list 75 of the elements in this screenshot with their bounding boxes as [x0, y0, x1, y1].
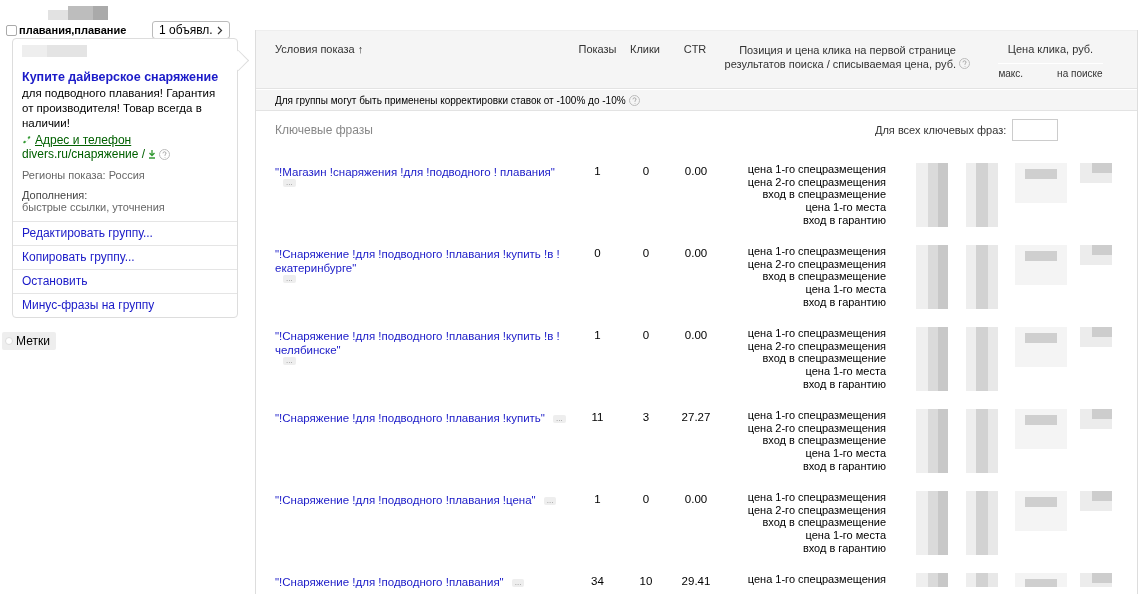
- keyword-phrase-link[interactable]: "!Снаряжение !для !подводного !плавания !купить": [275, 411, 545, 425]
- price-label: цена 1-го места: [804, 283, 886, 296]
- table-cell-text: 1: [593, 492, 602, 505]
- table-cell-text: 0.00: [683, 246, 709, 259]
- keyword-phrase-link[interactable]: "!Снаряжение !для !подводного !плавания !купить !в ! екатеринбурге": [275, 247, 560, 275]
- price-label: цена 1-го спецразмещения: [746, 163, 886, 176]
- notice-text: Для группы могут быть применены корректировки ставок от -100% до -10%: [275, 94, 626, 106]
- keyword-phrase-link[interactable]: "!Снаряжение !для !подводного !плавания !цена": [275, 493, 536, 507]
- price-label: вход в гарантию: [801, 295, 886, 309]
- keyword-phrase-link[interactable]: "!Снаряжение !для !подводного !плавания": [275, 575, 504, 589]
- price-label: вход в гарантию: [801, 213, 886, 227]
- table-cell-text: 0: [593, 246, 602, 259]
- table-cell-text: 0: [641, 246, 651, 259]
- price-label: вход в спецразмещение: [761, 434, 886, 448]
- group-action-link[interactable]: Минус-фразы на группу: [13, 293, 237, 317]
- table-cell-text: 11: [590, 410, 605, 423]
- table-cell-text: 1: [593, 328, 602, 341]
- group-action-link[interactable]: Редактировать группу...: [13, 221, 237, 245]
- price-label: вход в гарантию: [801, 459, 886, 473]
- table-cell-text: 0: [641, 164, 651, 177]
- group-action-link[interactable]: Копировать группу...: [13, 245, 237, 269]
- table-cell-text: 27.27: [680, 410, 712, 423]
- column-header: Цена клика, руб.: [1007, 43, 1094, 55]
- tags-button[interactable]: Метки: [2, 332, 56, 350]
- price-label: вход в спецразмещение: [761, 270, 886, 284]
- table-cell-text: 0: [641, 328, 651, 341]
- contact-link[interactable]: Адрес и телефон: [35, 133, 132, 147]
- table-cell-text: 29.41: [680, 574, 712, 587]
- ads-button[interactable]: 1 объявл.: [152, 21, 230, 39]
- table-cell-text: 0: [641, 492, 651, 505]
- price-label: цена 1-го спецразмещения: [746, 573, 886, 586]
- price-label: вход в спецразмещение: [761, 352, 886, 366]
- column-header[interactable]: Условия показа ↑: [256, 31, 575, 88]
- ad-url: divers.ru/снаряжение /: [22, 147, 146, 161]
- table-cell-text: 10: [638, 574, 654, 587]
- table-cell-text: 1: [593, 164, 602, 177]
- price-label: цена 1-го спецразмещения: [746, 491, 886, 504]
- price-label: цена 1-го места: [804, 447, 886, 460]
- field-label: Для всех ключевых фраз:: [875, 124, 1007, 136]
- column-header[interactable]: Показы: [575, 31, 620, 88]
- price-label: цена 1-го места: [804, 201, 886, 214]
- price-label: цена 2-го спецразмещения: [746, 421, 886, 435]
- price-label: цена 1-го места: [804, 529, 886, 542]
- price-label: цена 1-го спецразмещения: [746, 245, 886, 258]
- section-title: Ключевые фразы: [275, 123, 374, 137]
- ad-title[interactable]: Купите дайверское снаряжение: [22, 70, 228, 84]
- price-label: цена 2-го спецразмещения: [746, 503, 886, 517]
- price-label: цена 1-го спецразмещения: [746, 327, 886, 340]
- table-cell-text: 0.00: [683, 492, 709, 505]
- price-label: цена 1-го места: [804, 365, 886, 378]
- price-label: вход в спецразмещение: [761, 516, 886, 530]
- column-header: на поиске: [1057, 68, 1103, 79]
- column-header[interactable]: Клики: [620, 31, 670, 88]
- table-cell-text: 0.00: [683, 164, 709, 177]
- column-header: Позиция и цена клика на первой странице результатов поиска / списываемая цена, руб.: [723, 43, 956, 71]
- table-cell-text: 3: [641, 410, 651, 423]
- price-label: цена 2-го спецразмещения: [746, 339, 886, 353]
- price-label: цена 2-го спецразмещения: [746, 175, 886, 189]
- keyword-phrase-link[interactable]: "!Снаряжение !для !подводного !плавания !купить !в ! челябинске": [275, 329, 560, 357]
- extras-text: быстрые ссылки, уточнения: [22, 201, 166, 213]
- group-name: плавания,плавание: [19, 24, 128, 36]
- column-header: макс.: [998, 68, 1024, 79]
- column-header[interactable]: CTR: [670, 31, 720, 88]
- price-label: вход в гарантию: [801, 377, 886, 391]
- ad-text: для подводного плавания! Гарантия от производителя! Товар всегда в наличии!: [22, 86, 217, 131]
- price-label: цена 2-го спецразмещения: [746, 257, 886, 271]
- price-label: вход в спецразмещение: [761, 188, 886, 202]
- keyword-phrase-link[interactable]: "!Магазин !снаряжения !для !подводного ! плавания": [275, 165, 555, 179]
- extras-label: Дополнения:: [22, 189, 89, 201]
- price-label: цена 1-го спецразмещения: [746, 409, 886, 422]
- table-cell-text: 0.00: [683, 328, 709, 341]
- table-cell-text: 34: [590, 574, 605, 587]
- group-action-link[interactable]: Остановить: [13, 269, 237, 293]
- regions-text: Регионы показа: Россия: [22, 169, 146, 181]
- price-label: вход в гарантию: [801, 541, 886, 555]
